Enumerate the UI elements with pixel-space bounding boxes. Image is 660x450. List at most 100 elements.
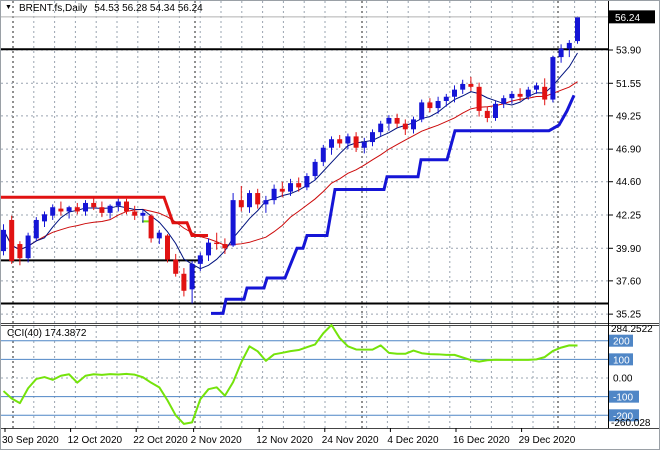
candle-bull — [436, 101, 441, 108]
date-tick-label: 29 Dec 2020 — [519, 435, 576, 446]
candle-bear — [518, 94, 523, 97]
candle-bull — [345, 136, 350, 143]
candle-bull — [509, 94, 514, 98]
candle-bear — [403, 124, 408, 130]
candle-bull — [157, 233, 162, 239]
candle-bull — [460, 84, 465, 90]
date-tick-label: 2 Nov 2020 — [191, 435, 243, 446]
candle-bull — [550, 57, 555, 99]
candle-bull — [370, 132, 375, 142]
candle-bear — [91, 203, 96, 207]
price-tick-label: 49.25 — [616, 111, 641, 122]
candle-bull — [362, 142, 367, 148]
candle-bull — [263, 200, 268, 204]
candle-bull — [288, 183, 293, 191]
candle-bull — [140, 213, 145, 216]
date-tick-label: 24 Nov 2020 — [322, 435, 379, 446]
price-chart-canvas[interactable]: 56.2453.9051.5549.2546.9044.6042.2539.90… — [1, 1, 660, 450]
candle-bear — [132, 211, 137, 215]
candle-bull — [559, 49, 564, 57]
candle-bull — [67, 207, 72, 211]
candle-bear — [477, 87, 482, 111]
chart-titlebar: ▼ BRENT.fs,Daily 54.53 56.28 54.34 56.24 — [5, 2, 203, 14]
candle-bull — [108, 206, 113, 213]
candle-bull — [534, 85, 539, 89]
candle-bull — [313, 162, 318, 176]
cci-max-label: 284.2522 — [611, 324, 653, 335]
price-tick-label: 37.60 — [616, 276, 641, 287]
candle-bear — [427, 102, 432, 108]
candle-bull — [567, 43, 572, 49]
candle-bear — [239, 200, 244, 207]
candle-bull — [247, 193, 252, 207]
candle-bull — [272, 189, 277, 200]
candle-bear — [99, 207, 104, 213]
cci-level-badge-label: 100 — [613, 355, 630, 366]
price-tick-label: 46.90 — [616, 145, 641, 156]
candle-bull — [378, 124, 383, 132]
candle-bull — [493, 104, 498, 118]
cci-level-badge-label: 200 — [613, 337, 630, 348]
date-tick-label: 12 Nov 2020 — [256, 435, 313, 446]
price-tick-label: 51.55 — [616, 79, 641, 90]
candle-bull — [501, 98, 506, 104]
candle-bear — [485, 111, 490, 118]
candle-bear — [255, 193, 260, 204]
candle-bull — [304, 176, 309, 187]
candle-bull — [321, 148, 326, 162]
candle-bull — [1, 230, 6, 251]
candle-bull — [26, 236, 31, 259]
date-tick-label: 30 Sep 2020 — [2, 435, 59, 446]
candle-bull — [198, 255, 203, 263]
candle-bull — [575, 17, 580, 41]
chart-background — [1, 1, 660, 450]
price-tick-label: 44.60 — [616, 177, 641, 188]
candle-bear — [17, 244, 22, 258]
candle-bull — [206, 243, 211, 256]
price-tick-label: 39.90 — [616, 244, 641, 255]
price-tick-label: 42.25 — [616, 210, 641, 221]
candle-bull — [34, 220, 39, 238]
candle-bear — [124, 202, 129, 212]
candle-bear — [181, 274, 186, 291]
candle-bull — [526, 90, 531, 97]
candle-bear — [296, 183, 301, 187]
candle-bear — [395, 118, 400, 124]
indicator-label: CCI(40) 174.3872 — [7, 328, 87, 339]
cci-min-label: -260.028 — [611, 418, 651, 429]
candle-bull — [452, 90, 457, 97]
candle-bull — [42, 214, 47, 221]
candle-bear — [9, 220, 14, 261]
candle-bull — [411, 119, 416, 129]
candle-bear — [214, 243, 219, 244]
chart-window: 56.2453.9051.5549.2546.9044.6042.2539.90… — [0, 0, 660, 450]
date-tick-label: 16 Dec 2020 — [453, 435, 510, 446]
cci-level-badge-label: -100 — [613, 393, 633, 404]
symbol-title: BRENT.fs,Daily — [19, 3, 87, 14]
candle-bear — [337, 139, 342, 143]
candle-bear — [468, 84, 473, 87]
candle-bear — [149, 216, 154, 239]
candle-bull — [116, 202, 121, 206]
current-price-badge-label: 56.24 — [615, 13, 640, 24]
candle-bull — [83, 203, 88, 211]
candle-bull — [190, 264, 195, 289]
candle-bear — [58, 209, 63, 212]
date-tick-label: 4 Dec 2020 — [387, 435, 439, 446]
candle-bull — [231, 200, 236, 245]
cci-zero-label: 0.00 — [613, 374, 633, 385]
price-tick-label: 35.25 — [616, 310, 641, 321]
candle-bear — [280, 189, 285, 192]
dropdown-arrow-icon[interactable]: ▼ — [5, 3, 12, 13]
candle-bear — [173, 260, 178, 274]
candle-bull — [419, 102, 424, 119]
candle-bear — [222, 244, 227, 248]
ohlc-readout: 54.53 56.28 54.34 56.24 — [94, 3, 202, 14]
candle-bear — [542, 87, 547, 100]
candle-bear — [354, 136, 359, 147]
candle-bull — [50, 207, 55, 215]
candle-bear — [75, 207, 80, 211]
candle-bull — [386, 118, 391, 124]
date-tick-label: 12 Oct 2020 — [68, 435, 123, 446]
date-tick-label: 22 Oct 2020 — [133, 435, 188, 446]
